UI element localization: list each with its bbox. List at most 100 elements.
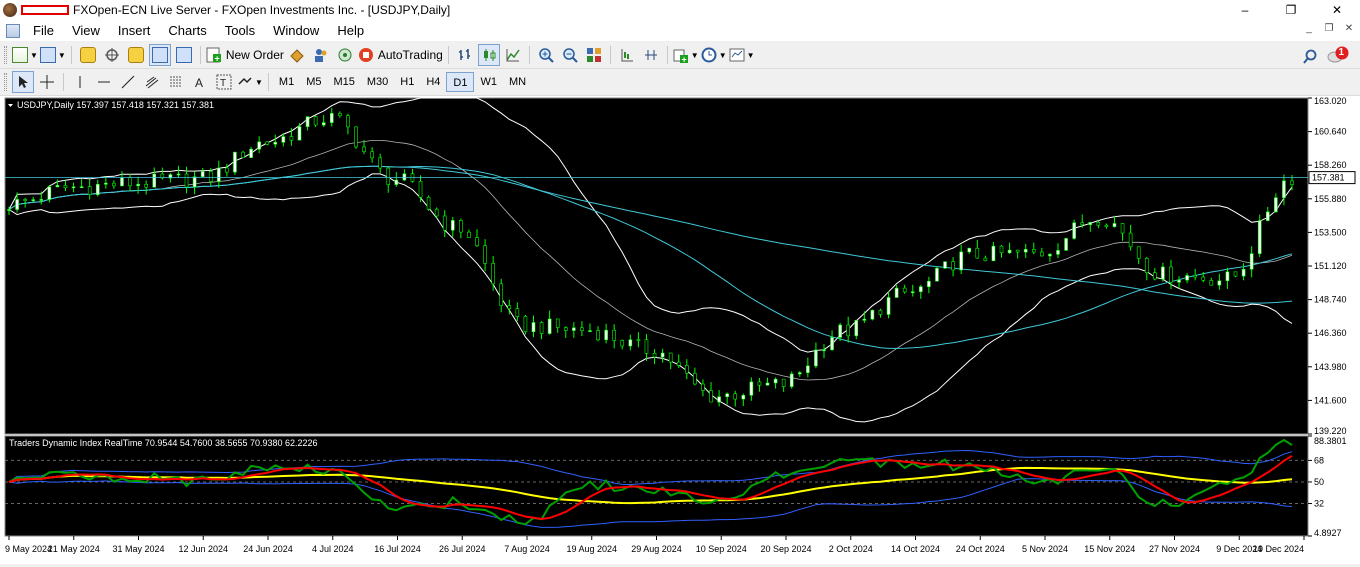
tile-windows-button[interactable] [583, 44, 605, 66]
line-chart-button[interactable] [502, 44, 524, 66]
text-label-button[interactable]: T [213, 71, 235, 93]
timeframe-m5[interactable]: M5 [300, 72, 327, 92]
candle-body [555, 318, 560, 328]
terminal-button[interactable] [148, 44, 171, 66]
timeframe-h4[interactable]: H4 [420, 72, 446, 92]
metaeditor-button[interactable] [286, 44, 308, 66]
menu-file[interactable]: File [24, 20, 63, 41]
bar-chart-icon [458, 49, 470, 60]
text-button[interactable]: A [189, 71, 211, 93]
templates-button[interactable]: ▼ [729, 44, 755, 66]
profiles-icon [39, 47, 56, 63]
autoscroll-button[interactable] [640, 44, 662, 66]
timeframe-m1[interactable]: M1 [273, 72, 300, 92]
candle-body [959, 251, 963, 271]
date-axis-label: 24 Oct 2024 [956, 544, 1005, 554]
mdi-restore-button[interactable]: ❐ [1322, 22, 1336, 36]
chart-shift-button[interactable] [616, 44, 638, 66]
timeframe-w1[interactable]: W1 [474, 72, 503, 92]
trendline-button[interactable] [117, 71, 139, 93]
autotrading-button[interactable]: AutoTrading [358, 44, 443, 66]
maximize-button[interactable]: ❐ [1268, 0, 1314, 20]
tester-button[interactable] [173, 44, 195, 66]
candle-body [644, 339, 649, 354]
menu-window[interactable]: Window [264, 20, 328, 41]
menu-charts[interactable]: Charts [159, 20, 215, 41]
signals-button[interactable] [310, 44, 332, 66]
bar-chart-button[interactable] [454, 44, 476, 66]
market-button[interactable] [334, 44, 356, 66]
date-axis-label: 27 Nov 2024 [1149, 544, 1200, 554]
candle-body [797, 372, 802, 375]
candlestick-button[interactable] [477, 44, 500, 66]
zoom-in-button[interactable] [535, 44, 557, 66]
candle-body [257, 141, 261, 150]
date-axis-label: 10 Sep 2024 [696, 544, 747, 554]
candle-body [31, 199, 36, 201]
mdi-close-button[interactable]: ✕ [1342, 22, 1356, 36]
indicators-button[interactable]: + ▼ [673, 44, 699, 66]
candle-body [1023, 249, 1028, 253]
price-axis-label: 146.360 [1314, 328, 1347, 338]
candle-body [338, 113, 342, 116]
fibonacci-button[interactable] [165, 71, 187, 93]
chart-window[interactable]: 163.020 160.640 158.260 155.880 153.500 151.1… [0, 96, 1360, 564]
new-order-button[interactable]: + New Order [206, 44, 284, 66]
document-icon[interactable] [6, 23, 20, 38]
timeframe-m30[interactable]: M30 [361, 72, 394, 92]
price-chart[interactable]: 163.020 160.640 158.260 155.880 153.500 151.1… [0, 96, 1360, 564]
profiles-button[interactable]: ▼ [39, 44, 66, 66]
market-watch-button[interactable] [77, 44, 99, 66]
date-axis-label: 20 Sep 2024 [760, 544, 811, 554]
crosshair-button[interactable] [36, 71, 58, 93]
candle-body [418, 181, 423, 198]
candle-body [515, 308, 520, 317]
minimize-button[interactable]: – [1222, 0, 1268, 20]
mdi-minimize-button[interactable]: _ [1302, 22, 1316, 36]
candle-body [208, 171, 213, 182]
close-button[interactable]: ✕ [1314, 0, 1360, 20]
menu-tools[interactable]: Tools [216, 20, 264, 41]
zoom-out-button[interactable] [559, 44, 581, 66]
candle-body [1193, 275, 1197, 278]
autoscroll-icon [644, 50, 657, 60]
candle-body [927, 280, 931, 288]
arrows-button[interactable]: ▼ [237, 71, 263, 93]
menu-view[interactable]: View [63, 20, 109, 41]
horizontal-line-button[interactable] [93, 71, 115, 93]
candle-body [451, 220, 455, 231]
search-button[interactable] [1299, 46, 1321, 68]
new-chart-button[interactable]: ▼ [12, 44, 38, 66]
channel-button[interactable] [141, 71, 163, 93]
cursor-button[interactable] [12, 71, 34, 93]
candle-body [983, 257, 988, 262]
app-icon[interactable] [3, 3, 17, 17]
candle-body [1282, 180, 1286, 198]
menu-insert[interactable]: Insert [109, 20, 160, 41]
notifications-button[interactable]: 1 [1327, 44, 1349, 66]
candle-body [434, 208, 439, 217]
toolbar-grip[interactable] [4, 46, 7, 64]
candle-body [467, 231, 471, 238]
timeframe-mn[interactable]: MN [503, 72, 532, 92]
timeframe-d1[interactable]: D1 [446, 72, 475, 92]
menu-help[interactable]: Help [328, 20, 373, 41]
candle-body [935, 267, 939, 282]
periods-button[interactable]: ▼ [701, 44, 727, 66]
candle-body [789, 373, 794, 387]
vertical-line-button[interactable] [69, 71, 91, 93]
data-window-button[interactable] [101, 44, 123, 66]
timeframe-h1[interactable]: H1 [394, 72, 420, 92]
candle-body [426, 196, 431, 210]
crosshair-icon [104, 48, 119, 62]
window-controls: – ❐ ✕ [1222, 0, 1360, 20]
timeframe-m15[interactable]: M15 [327, 72, 360, 92]
candle-body [652, 353, 657, 358]
candle-body [1080, 222, 1085, 225]
navigator-button[interactable] [125, 44, 147, 66]
candle-body [1265, 211, 1270, 221]
candle-body [402, 173, 407, 181]
candle-body [862, 318, 867, 321]
toolbar-grip[interactable] [4, 73, 7, 91]
candle-body [814, 349, 818, 367]
